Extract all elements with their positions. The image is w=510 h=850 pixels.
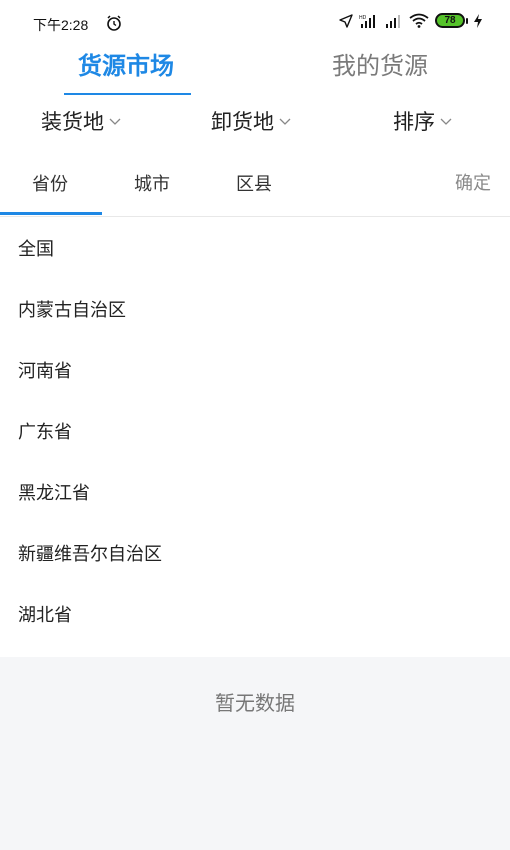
filter-row: 装货地 卸货地 排序 [0,100,510,146]
list-item[interactable]: 河南省 [0,339,510,400]
top-tabs: 货源市场 我的货源 [0,46,510,98]
loading-place-filter[interactable]: 装货地 [41,106,122,136]
chevron-down-icon [109,118,121,125]
tab-province[interactable]: 省份 [32,170,68,196]
unloading-place-filter[interactable]: 卸货地 [211,106,292,136]
status-icons: HD 78 [339,13,482,28]
unloading-place-label: 卸货地 [211,110,274,134]
alarm-icon [107,15,121,31]
charging-icon [474,13,482,28]
list-item[interactable]: 湖北省 [0,583,510,644]
battery-level: 78 [444,15,456,26]
sort-label: 排序 [393,110,435,134]
tab-my-cargo[interactable]: 我的货源 [332,50,428,82]
status-bar: 下午2:28 HD 78 [0,0,510,46]
tab-city[interactable]: 城市 [134,170,170,196]
empty-state: 暂无数据 [0,657,510,850]
tab-district[interactable]: 区县 [236,170,272,196]
chevron-down-icon [279,118,291,125]
empty-text: 暂无数据 [215,691,295,715]
list-item[interactable]: 全国 [0,217,510,278]
list-item[interactable]: 广东省 [0,400,510,461]
chevron-down-icon [440,118,452,125]
location-arrow-icon [339,13,353,28]
list-item[interactable]: 内蒙古自治区 [0,278,510,339]
province-list: 全国 内蒙古自治区 河南省 广东省 黑龙江省 新疆维吾尔自治区 湖北省 [0,217,510,644]
region-level-tabs: 省份 城市 区县 确定 [0,156,510,217]
signal-hd-icon: HD [359,14,375,28]
active-level-indicator [0,212,102,215]
loading-place-label: 装货地 [41,110,104,134]
confirm-button[interactable]: 确定 [455,169,491,195]
wifi-icon [409,13,429,28]
active-tab-indicator [64,93,191,95]
svg-text:HD: HD [359,15,367,21]
tab-cargo-market[interactable]: 货源市场 [78,50,174,82]
status-time: 下午2:28 [33,17,89,33]
list-item[interactable]: 新疆维吾尔自治区 [0,522,510,583]
signal-icon [386,14,400,28]
battery-icon: 78 [435,13,468,28]
sort-filter[interactable]: 排序 [393,106,453,136]
list-item[interactable]: 黑龙江省 [0,461,510,522]
